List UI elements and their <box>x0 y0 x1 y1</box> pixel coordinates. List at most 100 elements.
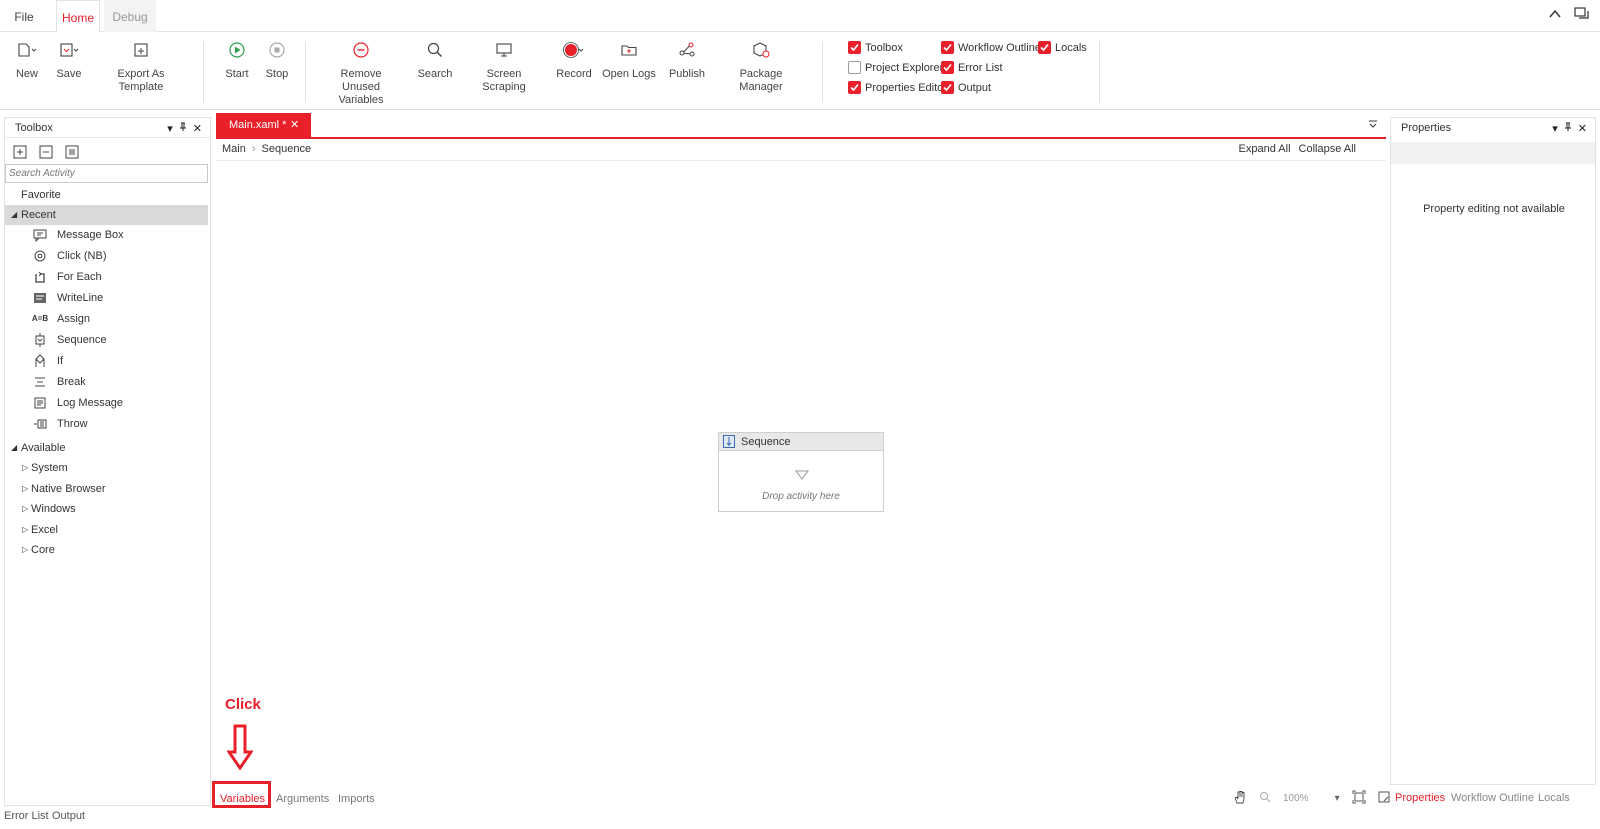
search-activity-input[interactable] <box>5 164 208 183</box>
tab-error-list[interactable]: Error List <box>4 810 49 822</box>
tab-properties[interactable]: Properties <box>1395 792 1445 804</box>
click-icon <box>33 249 47 263</box>
search-button[interactable]: Search <box>415 38 455 81</box>
package-manager-button[interactable]: Package Manager <box>718 38 804 94</box>
sequence-header: Sequence <box>719 433 883 451</box>
tab-imports[interactable]: Imports <box>338 793 375 805</box>
collapsed-triangle-icon: ▷ <box>22 484 29 493</box>
close-tab-icon[interactable]: ✕ <box>290 113 299 137</box>
remove-icon <box>323 38 399 62</box>
toolbox-item-for-each[interactable]: For Each <box>5 267 208 287</box>
breadcrumb: Main › Sequence <box>222 143 311 155</box>
save-button[interactable]: Save <box>54 38 84 81</box>
close-icon[interactable]: ✕ <box>1578 122 1587 135</box>
dropdown-icon[interactable]: ▾ <box>1552 122 1558 135</box>
zoom-level[interactable]: 100% <box>1283 793 1309 804</box>
collapse-all-link[interactable]: Collapse All <box>1299 143 1356 155</box>
toolbox-controls: ▾ ✕ <box>167 118 202 138</box>
toolbox-item-writeline[interactable]: WriteLine <box>5 288 208 308</box>
available-group[interactable]: ◢ Available <box>5 438 208 458</box>
breadcrumb-sequence[interactable]: Sequence <box>262 143 312 155</box>
category-system[interactable]: ▷ System <box>5 458 208 478</box>
save-icon <box>54 38 84 62</box>
category-native-browser[interactable]: ▷ Native Browser <box>5 479 208 499</box>
toolbox-item-if[interactable]: If <box>5 351 208 371</box>
export-template-button[interactable]: Export As Template <box>96 38 186 94</box>
toolbox-item-click[interactable]: Click (NB) <box>5 246 208 266</box>
checkbox-checked-icon[interactable] <box>941 41 954 54</box>
toolbox-item-sequence[interactable]: Sequence <box>5 330 208 350</box>
toolbox-item-log-message[interactable]: Log Message <box>5 393 208 413</box>
new-file-icon <box>12 38 42 62</box>
record-icon <box>554 38 594 62</box>
package-icon <box>718 38 804 62</box>
toolbox-item-throw[interactable]: Throw <box>5 414 208 434</box>
checkbox-checked-icon[interactable] <box>848 81 861 94</box>
expand-all-icon[interactable] <box>13 145 27 162</box>
zoom-dropdown-icon[interactable]: ▾ <box>1335 793 1340 804</box>
pin-icon[interactable] <box>179 122 187 135</box>
dropdown-icon[interactable]: ▾ <box>167 122 173 135</box>
close-icon[interactable]: ✕ <box>193 122 202 135</box>
error-list-toggle[interactable]: Error List <box>941 61 1003 74</box>
remove-unused-variables-button[interactable]: Remove Unused Variables <box>323 38 399 107</box>
favorite-group[interactable]: Favorite <box>5 185 208 205</box>
properties-editor-toggle[interactable]: Properties Editor <box>848 81 947 94</box>
fit-to-screen-icon[interactable] <box>1352 790 1366 807</box>
toolbox-item-message-box[interactable]: Message Box <box>5 225 208 245</box>
collapse-ribbon-icon[interactable] <box>1548 7 1562 24</box>
category-core[interactable]: ▷ Core <box>5 540 208 560</box>
tab-workflow-outline[interactable]: Workflow Outline <box>1451 792 1534 804</box>
list-view-icon[interactable] <box>65 145 79 162</box>
assign-icon: A=B <box>31 314 49 323</box>
share-icon <box>665 38 709 62</box>
recent-group[interactable]: ◢ Recent <box>5 205 208 225</box>
tab-output[interactable]: Output <box>52 810 85 822</box>
tab-debug[interactable]: Debug <box>104 0 156 32</box>
overview-icon[interactable] <box>1378 791 1390 806</box>
checkbox-checked-icon[interactable] <box>848 41 861 54</box>
toolbox-toggle[interactable]: Toolbox <box>848 41 903 54</box>
project-explorer-toggle[interactable]: Project Explorer <box>848 61 943 74</box>
toolbox-item-assign[interactable]: A=B Assign <box>5 309 208 329</box>
stop-icon <box>262 38 292 62</box>
tab-file[interactable]: File <box>0 0 48 32</box>
stop-button[interactable]: Stop <box>262 38 292 81</box>
open-logs-button[interactable]: Open Logs <box>602 38 656 81</box>
feedback-icon[interactable] <box>1574 7 1590 24</box>
collapsed-triangle-icon: ▷ <box>22 545 29 554</box>
sequence-activity[interactable]: Sequence Drop activity here <box>718 432 884 512</box>
record-button[interactable]: Record <box>554 38 594 81</box>
category-excel[interactable]: ▷ Excel <box>5 520 208 540</box>
monitor-icon <box>466 38 542 62</box>
collapse-all-icon[interactable] <box>39 145 53 162</box>
screen-scraping-button[interactable]: Screen Scraping <box>466 38 542 94</box>
hand-pan-icon[interactable] <box>1233 790 1247 807</box>
toolbox-item-break[interactable]: Break <box>5 372 208 392</box>
output-toggle[interactable]: Output <box>941 81 991 94</box>
menu-bar: File Home Debug <box>0 0 1600 33</box>
pin-icon[interactable] <box>1564 122 1572 135</box>
log-message-icon <box>33 396 47 410</box>
tab-overflow-icon[interactable] <box>1368 119 1378 132</box>
tab-locals[interactable]: Locals <box>1538 792 1570 804</box>
tab-main-xaml[interactable]: Main.xaml * ✕ <box>216 113 311 137</box>
locals-toggle[interactable]: Locals <box>1038 41 1087 54</box>
checkbox-unchecked-icon[interactable] <box>848 61 861 74</box>
zoom-icon[interactable] <box>1259 791 1271 806</box>
start-button[interactable]: Start <box>222 38 252 81</box>
checkbox-checked-icon[interactable] <box>941 61 954 74</box>
sequence-icon <box>33 333 47 347</box>
drop-arrow-icon <box>795 469 809 483</box>
properties-empty-text: Property editing not available <box>1423 203 1565 215</box>
checkbox-checked-icon[interactable] <box>1038 41 1051 54</box>
publish-button[interactable]: Publish <box>665 38 709 81</box>
new-button[interactable]: New <box>12 38 42 81</box>
breadcrumb-main[interactable]: Main <box>222 143 246 155</box>
expand-all-link[interactable]: Expand All <box>1239 143 1291 155</box>
tab-arguments[interactable]: Arguments <box>276 793 329 805</box>
checkbox-checked-icon[interactable] <box>941 81 954 94</box>
tab-home[interactable]: Home <box>56 0 100 33</box>
category-windows[interactable]: ▷ Windows <box>5 499 208 519</box>
workflow-outline-toggle[interactable]: Workflow Outline <box>941 41 1041 54</box>
